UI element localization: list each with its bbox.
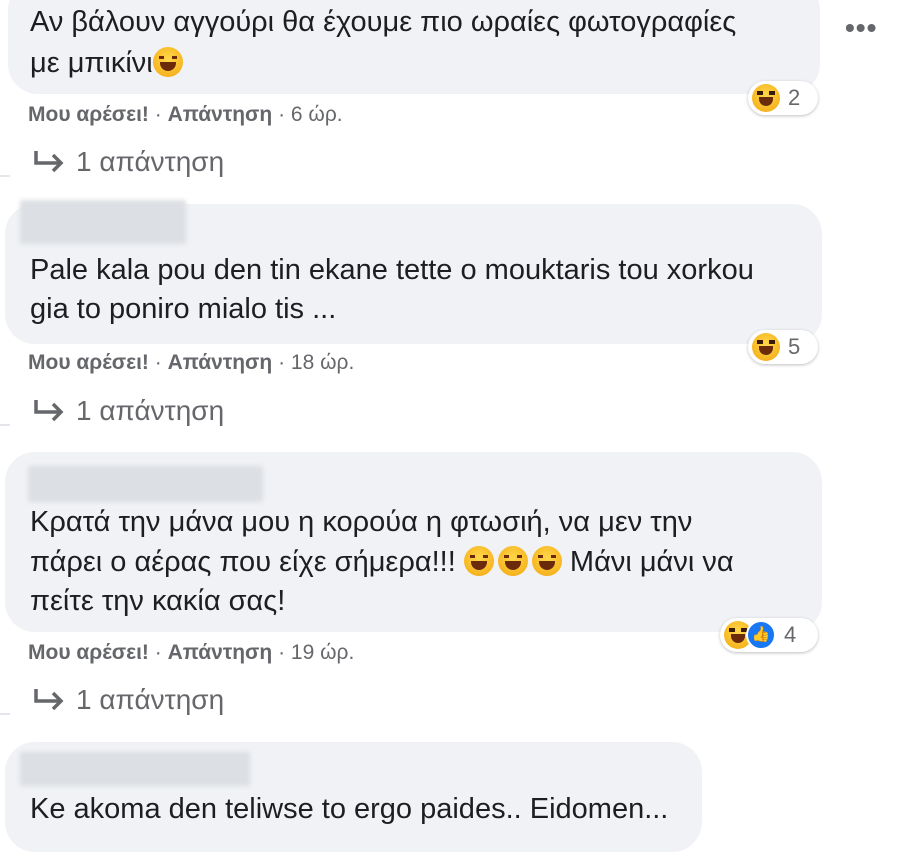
- like-link[interactable]: Μου αρέσει!: [28, 351, 149, 374]
- reactions-summary[interactable]: 5: [748, 330, 818, 364]
- reply-arrow-icon: [34, 689, 64, 711]
- reply-arrow-icon: [34, 151, 64, 173]
- author-name-blurred[interactable]: [28, 466, 263, 502]
- comment-actions: Μου αρέσει! · Απάντηση · 19 ώρ.: [28, 641, 355, 664]
- haha-icon: [752, 84, 780, 112]
- tears-of-joy-emoji-icon: [531, 546, 562, 576]
- reactions-summary[interactable]: 2: [748, 81, 818, 115]
- view-replies-link[interactable]: 1 απάντηση: [32, 684, 224, 716]
- reaction-count: 2: [788, 85, 801, 110]
- author-name-blurred[interactable]: [20, 752, 250, 786]
- replies-label: 1 απάντηση: [76, 395, 225, 426]
- view-replies-link[interactable]: 1 απάντηση: [32, 395, 224, 427]
- comment-text-line: Κρατά την μάνα μου η κορούα η φτωσιή, να…: [30, 506, 693, 538]
- comment-text-line: με μπικίνι: [30, 44, 183, 83]
- divider: [0, 713, 10, 715]
- comment-text-line: πείτε την κακία σας!: [30, 585, 286, 617]
- haha-icon: [752, 333, 780, 361]
- reply-link[interactable]: Απάντηση: [168, 351, 273, 374]
- like-link[interactable]: Μου αρέσει!: [28, 641, 149, 664]
- reply-link[interactable]: Απάντηση: [168, 641, 273, 664]
- comment-text-line: Αν βάλουν αγγούρι θα έχουμε πιο ωραίες φ…: [30, 6, 737, 38]
- comment-timestamp[interactable]: 18 ώρ.: [291, 351, 354, 374]
- comment-actions: Μου αρέσει! · Απάντηση · 18 ώρ.: [28, 351, 355, 374]
- divider: [0, 424, 10, 426]
- comment-timestamp[interactable]: 19 ώρ.: [291, 641, 354, 664]
- comment-actions: Μου αρέσει! · Απάντηση · 6 ώρ.: [28, 103, 343, 126]
- author-name-blurred[interactable]: [20, 200, 186, 244]
- tears-of-joy-emoji-icon: [463, 546, 494, 576]
- reaction-count: 5: [788, 334, 801, 359]
- reactions-summary[interactable]: 👍 4: [720, 618, 818, 652]
- divider: [0, 175, 10, 177]
- like-link[interactable]: Μου αρέσει!: [28, 103, 149, 126]
- comment-text-line: Pale kala pou den tin ekane tette o mouk…: [30, 254, 754, 286]
- comment-timestamp[interactable]: 6 ώρ.: [291, 103, 343, 126]
- replies-label: 1 απάντηση: [76, 684, 225, 715]
- comment-text-line: Ke akoma den teliwse to ergo paides.. Ei…: [30, 793, 669, 825]
- comment-text-line: gia to poniro mialo tis ...: [30, 293, 337, 325]
- view-replies-link[interactable]: 1 απάντηση: [32, 146, 224, 178]
- more-options-button[interactable]: •••: [845, 12, 877, 44]
- reaction-count: 4: [784, 622, 797, 647]
- replies-label: 1 απάντηση: [76, 146, 225, 177]
- tears-of-joy-emoji-icon: [497, 546, 528, 576]
- comment-text-line: πάρει ο αέρας που είχε σήμερα!!! Μάνι μά…: [30, 546, 734, 578]
- like-icon: 👍: [746, 620, 776, 650]
- reply-link[interactable]: Απάντηση: [168, 103, 273, 126]
- grin-emoji-icon: [152, 47, 183, 77]
- reply-arrow-icon: [34, 400, 64, 422]
